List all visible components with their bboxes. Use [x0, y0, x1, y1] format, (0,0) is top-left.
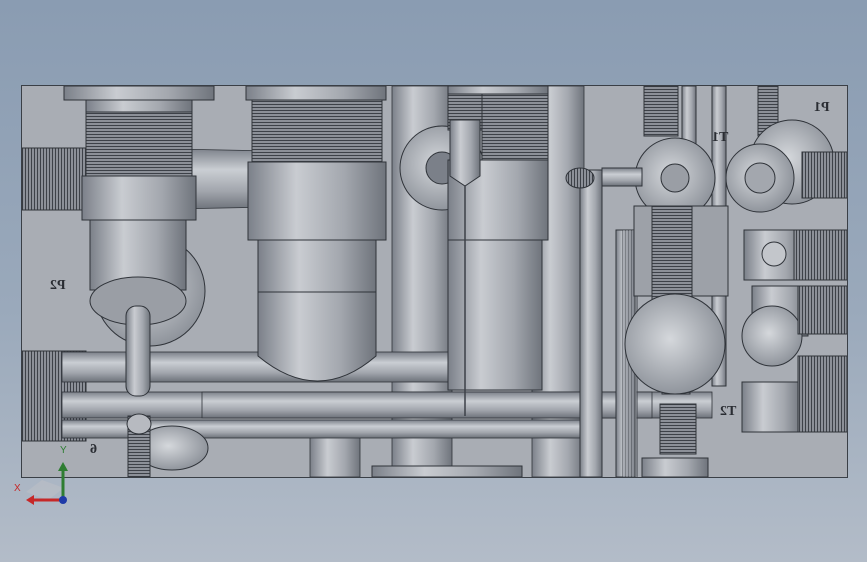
label-t1: T1: [712, 130, 729, 145]
label-number: 6: [90, 442, 97, 457]
y-axis-label: Y: [60, 445, 67, 456]
label-p2: P2: [50, 278, 66, 293]
label-t2: T2: [720, 404, 737, 419]
label-p1: P1: [814, 100, 830, 115]
model-viewport[interactable]: P1 T1 P2 T2 6: [21, 85, 848, 478]
x-axis-label: X: [14, 483, 21, 494]
coordinate-triad: X Y: [12, 440, 72, 510]
